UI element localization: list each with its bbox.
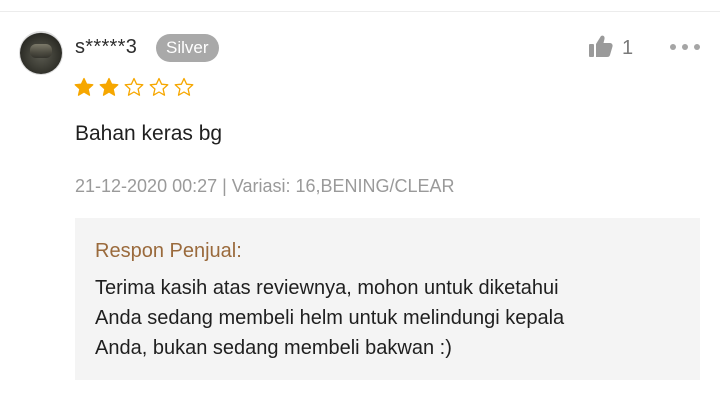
star-outline-icon <box>174 77 194 96</box>
review-text: Bahan keras bg <box>75 122 223 145</box>
more-dot <box>682 44 688 50</box>
thumbs-up-icon <box>588 34 614 63</box>
more-dot <box>670 44 676 50</box>
star-filled-icon <box>99 77 119 96</box>
star-filled-icon <box>74 77 94 96</box>
reviewer-username: s*****3 <box>75 36 138 58</box>
review-meta: 21-12-2020 00:27 | Variasi: 16,BENING/CL… <box>75 176 455 196</box>
seller-response-body: Terima kasih atas reviewnya, mohon untuk… <box>95 277 565 359</box>
more-dot <box>694 44 700 50</box>
star-outline-icon <box>149 77 169 96</box>
avatar[interactable] <box>20 32 62 74</box>
more-dots-icon[interactable] <box>670 40 700 54</box>
membership-badge: Silver <box>156 34 219 62</box>
star-rating <box>74 77 194 97</box>
seller-response: Respon Penjual: Terima kasih atas review… <box>75 218 700 380</box>
seller-response-title: Respon Penjual: <box>95 240 242 262</box>
star-outline-icon <box>124 77 144 96</box>
like-count: 1 <box>622 36 634 59</box>
top-divider <box>0 11 720 12</box>
like-button[interactable]: 1 <box>588 34 633 62</box>
